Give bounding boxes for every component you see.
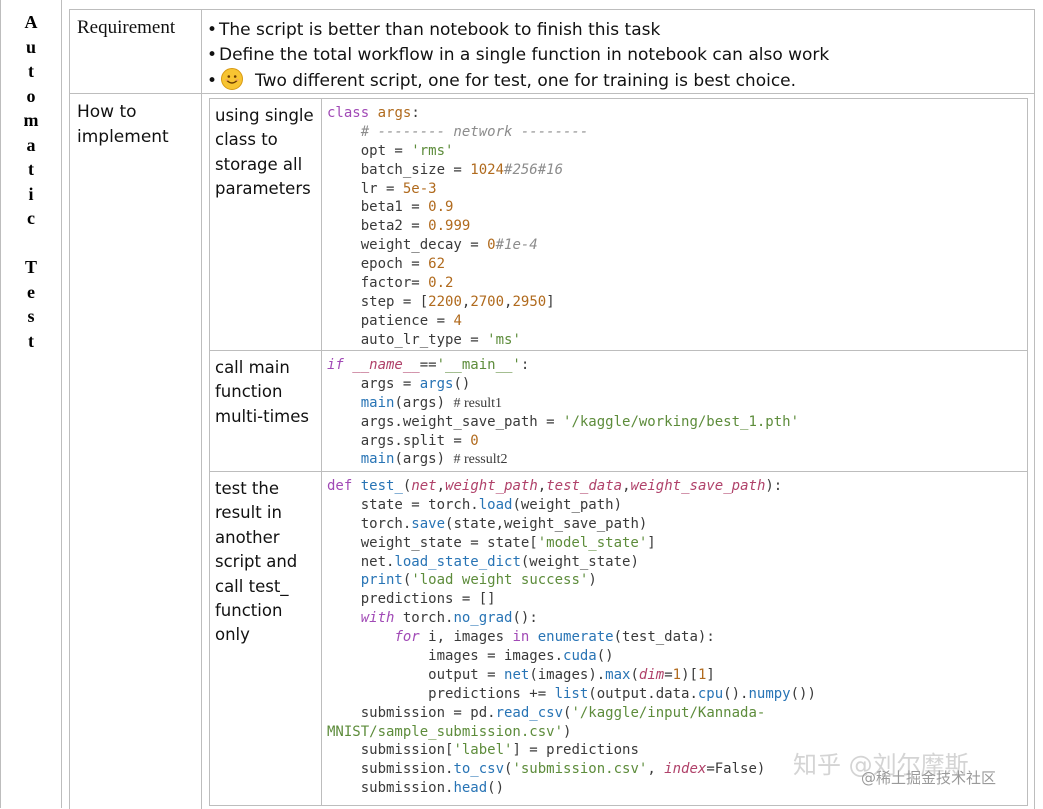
code-line: submission = pd.read_csv('/kaggle/input/… — [327, 704, 766, 721]
code-line: beta2 = 0.999 — [327, 218, 471, 235]
how-to-label-line: How to — [77, 102, 137, 122]
title-letter — [1, 231, 61, 256]
code-line: if __name__=='__main__': — [327, 357, 530, 373]
how-to-label-line: implement — [77, 127, 169, 147]
code-block-main: if __name__=='__main__': args = args() m… — [327, 356, 1022, 469]
title-letter: e — [27, 281, 35, 302]
row-label: test the result in another script and ca… — [215, 479, 298, 645]
requirement-text: Define the total workflow in a single fu… — [219, 45, 830, 65]
code-line: MNIST/sample_submission.csv') — [327, 723, 572, 740]
code-line: auto_lr_type = 'ms' — [327, 331, 521, 348]
code-line: def test_(net,weight_path,test_data,weig… — [327, 478, 783, 494]
title-letter: t — [28, 159, 34, 179]
code-line: images = images.cuda() — [327, 648, 614, 665]
code-line: beta1 = 0.9 — [327, 199, 454, 216]
code-line: batch_size = 1024#256#16 — [327, 161, 564, 178]
code-line: main(args) # ressult2 — [360, 451, 508, 468]
main-table: Requirement • The script is better than n… — [69, 9, 1035, 809]
list-item: • The script is better than notebook to f… — [207, 18, 1027, 43]
code-line: predictions = [] — [327, 591, 496, 608]
title-letter: u — [25, 36, 36, 57]
row-label-cell: test the result in another script and ca… — [210, 472, 322, 805]
table-row: using single class to storage all parame… — [210, 99, 1027, 351]
watermark-sub: @稀土掘金技术社区 — [861, 769, 997, 787]
requirement-text: The script is better than notebook to fi… — [219, 20, 661, 40]
code-block-args: class args: # -------- network -------- … — [327, 104, 1022, 350]
requirement-list: • The script is better than notebook to f… — [207, 18, 1027, 93]
bullet: • — [207, 71, 218, 91]
code-line: for i, images in enumerate(test_data): — [394, 629, 715, 646]
code-line: weight_decay = 0#1e-4 — [327, 237, 538, 254]
code-line: args.weight_save_path = '/kaggle/working… — [327, 413, 800, 430]
code-line: opt = 'rms' — [327, 142, 454, 159]
requirement-row: Requirement • The script is better than n… — [70, 10, 1034, 94]
watermark: 知乎 @刘尔摩斯 @稀土掘金技术社区 — [793, 745, 1033, 793]
title-letter: A — [24, 12, 38, 32]
code-line: lr = 5e-3 — [327, 180, 437, 197]
code-line: with torch.no_grad(): — [360, 610, 538, 627]
title-letter: i — [28, 183, 34, 204]
vertical-title-column: A u t o m a t i c T e s t — [1, 0, 62, 808]
code-line: epoch = 62 — [327, 256, 446, 273]
code-line: output = net(images).max(dim=1)[1] — [327, 666, 715, 683]
table-row: call main function multi-times if __name… — [210, 351, 1027, 472]
bullet: • — [207, 20, 218, 40]
code-line: class args: — [327, 105, 420, 121]
row-label: using single class to storage all parame… — [215, 106, 314, 199]
code-line: factor= 0.2 — [327, 275, 454, 292]
bullet: • — [207, 45, 218, 65]
row-label-cell: call main function multi-times — [210, 351, 322, 471]
row-label-cell: using single class to storage all parame… — [210, 99, 322, 350]
how-to-label: How to implement — [77, 100, 169, 150]
list-item: • Define the total workflow in a single f… — [207, 43, 1027, 68]
requirement-label: Requirement — [77, 17, 176, 38]
title-letter: m — [23, 110, 39, 130]
title-letter: t — [28, 330, 34, 351]
implementation-table: using single class to storage all parame… — [209, 98, 1028, 806]
requirement-label-cell: Requirement — [70, 10, 202, 93]
smiling-face-icon — [221, 68, 243, 90]
code-line: step = [2200,2700,2950] — [327, 293, 555, 310]
code-line: args.split = 0 — [327, 432, 479, 449]
code-line: main(args) # result1 — [360, 394, 503, 411]
list-item: • Two different script, one for test, one… — [207, 68, 1027, 93]
code-line: net.load_state_dict(weight_state) — [327, 553, 639, 570]
requirement-text: Two different script, one for test, one … — [255, 71, 797, 91]
vertical-title: A u t o m a t i c T e s t — [1, 10, 61, 353]
how-to-row: How to implement using single class to st… — [70, 94, 1034, 809]
code-line: args = args() — [327, 375, 471, 392]
title-letter: t — [28, 61, 34, 81]
code-line: print('load weight success') — [360, 572, 597, 589]
code-line: torch.save(state,weight_save_path) — [327, 515, 648, 532]
code-line: patience = 4 — [327, 312, 462, 329]
code-line: # -------- network -------- — [327, 123, 589, 140]
title-letter: a — [26, 134, 36, 155]
title-letter: s — [27, 306, 35, 326]
title-letter: T — [24, 257, 37, 277]
how-to-label-cell: How to implement — [70, 94, 202, 809]
title-letter: o — [26, 85, 36, 106]
title-letter: c — [27, 208, 35, 228]
code-line: state = torch.load(weight_path) — [327, 496, 623, 513]
code-line: predictions += list(output.data.cpu().nu… — [327, 685, 816, 702]
code-line: weight_state = state['model_state'] — [327, 534, 656, 551]
row-label: call main function multi-times — [215, 358, 309, 426]
